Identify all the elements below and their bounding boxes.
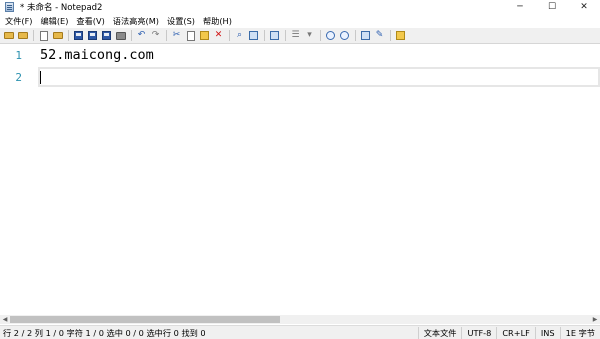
menu-help[interactable]: 帮助(H) xyxy=(201,15,238,27)
menu-bar: 文件(F) 编辑(E) 查看(V) 语法高亮(M) 设置(S) 帮助(H) xyxy=(0,14,600,28)
word-wrap-icon[interactable] xyxy=(269,30,280,41)
toolbar: ↶ ↷ ✂ ✕ ⌕ ☰ ▾ ✎ xyxy=(0,28,600,44)
status-encoding[interactable]: UTF-8 xyxy=(461,326,496,339)
save-as-icon[interactable] xyxy=(87,30,98,41)
toolbar-separator xyxy=(166,30,167,41)
scroll-left-icon[interactable]: ◀ xyxy=(0,315,10,324)
line-number: 1 xyxy=(15,49,22,62)
toolbar-separator xyxy=(68,30,69,41)
toolbar-separator xyxy=(285,30,286,41)
toolbar-separator xyxy=(390,30,391,41)
replace-icon[interactable] xyxy=(248,30,259,41)
status-file-size: 1E 字节 xyxy=(559,326,600,339)
editor-area[interactable]: 1 2 52.maicong.com xyxy=(0,45,600,315)
status-line-ending[interactable]: CR+LF xyxy=(496,326,535,339)
save-copy-icon[interactable] xyxy=(101,30,112,41)
toolbar-separator xyxy=(264,30,265,41)
new-file-icon[interactable] xyxy=(38,30,49,41)
window-controls: ─ ☐ ✕ xyxy=(504,0,600,14)
copy-icon[interactable] xyxy=(185,30,196,41)
browse-icon[interactable] xyxy=(17,30,28,41)
status-insert-mode[interactable]: INS xyxy=(534,326,560,339)
toolbar-separator xyxy=(131,30,132,41)
chevron-down-icon[interactable]: ▾ xyxy=(304,30,315,41)
close-button[interactable]: ✕ xyxy=(568,0,600,14)
toolbar-separator xyxy=(320,30,321,41)
minimize-button[interactable]: ─ xyxy=(504,0,536,14)
text-line[interactable]: 52.maicong.com xyxy=(40,47,154,63)
menu-settings[interactable]: 设置(S) xyxy=(165,15,201,27)
menu-file[interactable]: 文件(F) xyxy=(3,15,38,27)
paste-icon[interactable] xyxy=(199,30,210,41)
undo-icon[interactable]: ↶ xyxy=(136,30,147,41)
current-line-highlight xyxy=(38,67,600,87)
status-file-type[interactable]: 文本文件 xyxy=(417,326,462,339)
open-file-icon[interactable] xyxy=(52,30,63,41)
zoom-in-icon[interactable] xyxy=(325,30,336,41)
menu-view[interactable]: 查看(V) xyxy=(74,15,110,27)
notepad-app-icon[interactable] xyxy=(5,2,14,12)
menu-edit[interactable]: 编辑(E) xyxy=(38,15,74,27)
list-icon[interactable]: ☰ xyxy=(290,30,301,41)
toolbar-separator xyxy=(229,30,230,41)
cut-icon[interactable]: ✂ xyxy=(171,30,182,41)
save-icon[interactable] xyxy=(73,30,84,41)
exit-icon[interactable] xyxy=(395,30,406,41)
line-number: 2 xyxy=(15,71,22,84)
text-caret xyxy=(40,71,41,84)
horizontal-scrollbar[interactable]: ◀ ▶ xyxy=(0,315,600,324)
zoom-out-icon[interactable] xyxy=(339,30,350,41)
open-folder-icon[interactable] xyxy=(3,30,14,41)
scroll-right-icon[interactable]: ▶ xyxy=(590,315,600,324)
menu-syntax[interactable]: 语法高亮(M) xyxy=(111,15,165,27)
scheme-icon[interactable] xyxy=(360,30,371,41)
redo-icon[interactable]: ↷ xyxy=(150,30,161,41)
title-bar: * 未命名 - Notepad2 ─ ☐ ✕ xyxy=(0,0,600,14)
status-bar: 行 2 / 2 列 1 / 0 字符 1 / 0 选中 0 / 0 选中行 0 … xyxy=(0,325,600,339)
scrollbar-thumb[interactable] xyxy=(10,316,280,323)
toolbar-separator xyxy=(33,30,34,41)
toolbar-separator xyxy=(355,30,356,41)
maximize-button[interactable]: ☐ xyxy=(536,0,568,14)
customize-scheme-icon[interactable]: ✎ xyxy=(374,30,385,41)
find-icon[interactable]: ⌕ xyxy=(234,30,245,41)
status-position: 行 2 / 2 列 1 / 0 字符 1 / 0 选中 0 / 0 选中行 0 … xyxy=(3,327,206,338)
print-icon[interactable] xyxy=(115,30,126,41)
window-title: * 未命名 - Notepad2 xyxy=(20,3,103,13)
line-number-gutter: 1 2 xyxy=(0,45,33,315)
delete-icon[interactable]: ✕ xyxy=(213,30,224,41)
